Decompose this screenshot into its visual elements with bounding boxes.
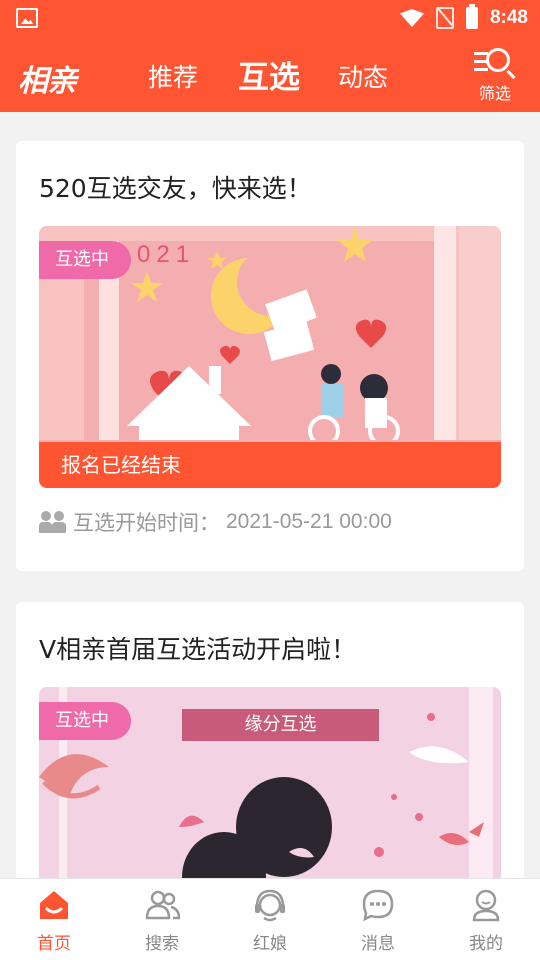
nav-profile-label: 我的 xyxy=(469,934,503,954)
tab-mutual-select[interactable]: 互选 xyxy=(238,52,300,97)
tab-recommend[interactable]: 推荐 xyxy=(148,58,198,94)
nav-search-label: 搜索 xyxy=(145,934,179,954)
activity-card[interactable]: V相亲首届互选活动开启啦！ 缘分互选 互选中 xyxy=(16,602,524,902)
image-notification-icon xyxy=(16,8,38,28)
activity-card[interactable]: 520互选交友，快来选！ 021 互选中 报名已经结束 互选开始时间： 2021… xyxy=(16,141,524,571)
people-icon xyxy=(145,890,180,920)
start-time-value: 2021-05-21 00:00 xyxy=(226,510,392,533)
message-icon xyxy=(362,889,394,922)
battery-icon xyxy=(465,4,478,29)
nav-profile[interactable]: 我的 xyxy=(432,879,540,960)
filter-label: 筛选 xyxy=(478,84,511,103)
status-time: 8:48 xyxy=(489,7,528,28)
headset-icon xyxy=(255,889,285,922)
banner-year-text: 021 xyxy=(137,241,196,268)
nav-search[interactable]: 搜索 xyxy=(108,879,216,960)
people-icon xyxy=(39,511,67,533)
tab-dynamics[interactable]: 动态 xyxy=(338,58,388,94)
no-sim-icon xyxy=(435,7,454,29)
status-bar: 8:48 xyxy=(0,0,540,36)
banner-title-text: 缘分互选 xyxy=(244,714,317,735)
banner-title-plate: 缘分互选 xyxy=(182,709,379,741)
nav-messages-label: 消息 xyxy=(361,934,395,954)
status-badge: 互选中 xyxy=(39,702,131,740)
activity-banner[interactable]: 021 互选中 报名已经结束 xyxy=(39,226,501,488)
nav-home-label: 首页 xyxy=(37,934,71,954)
card-title: 520互选交友，快来选！ xyxy=(39,174,312,203)
nav-home[interactable]: 首页 xyxy=(0,879,108,960)
top-app-bar: 8:48 相亲 推荐 互选 动态 筛选 xyxy=(0,0,540,112)
status-right: 8:48 xyxy=(399,4,528,30)
search-icon xyxy=(486,48,510,72)
app-logo: 相亲 xyxy=(18,64,77,99)
start-time-label: 互选开始时间： xyxy=(73,511,220,535)
bottom-navigation: 首页 搜索 红娘 消息 我的 xyxy=(0,878,540,960)
start-time-row: 互选开始时间： 2021-05-21 00:00 xyxy=(39,507,392,537)
home-icon xyxy=(40,891,68,919)
card-title: V相亲首届互选活动开启啦！ xyxy=(39,635,357,664)
status-badge: 互选中 xyxy=(39,241,131,279)
nav-messages[interactable]: 消息 xyxy=(324,879,432,960)
activity-banner[interactable]: 缘分互选 互选中 xyxy=(39,687,501,902)
filter-button[interactable]: 筛选 xyxy=(472,48,518,103)
user-icon xyxy=(472,889,500,922)
wifi-icon xyxy=(399,9,424,27)
nav-matchmaker[interactable]: 红娘 xyxy=(216,879,324,960)
nav-matchmaker-label: 红娘 xyxy=(253,934,287,954)
registration-status: 报名已经结束 xyxy=(39,442,501,488)
